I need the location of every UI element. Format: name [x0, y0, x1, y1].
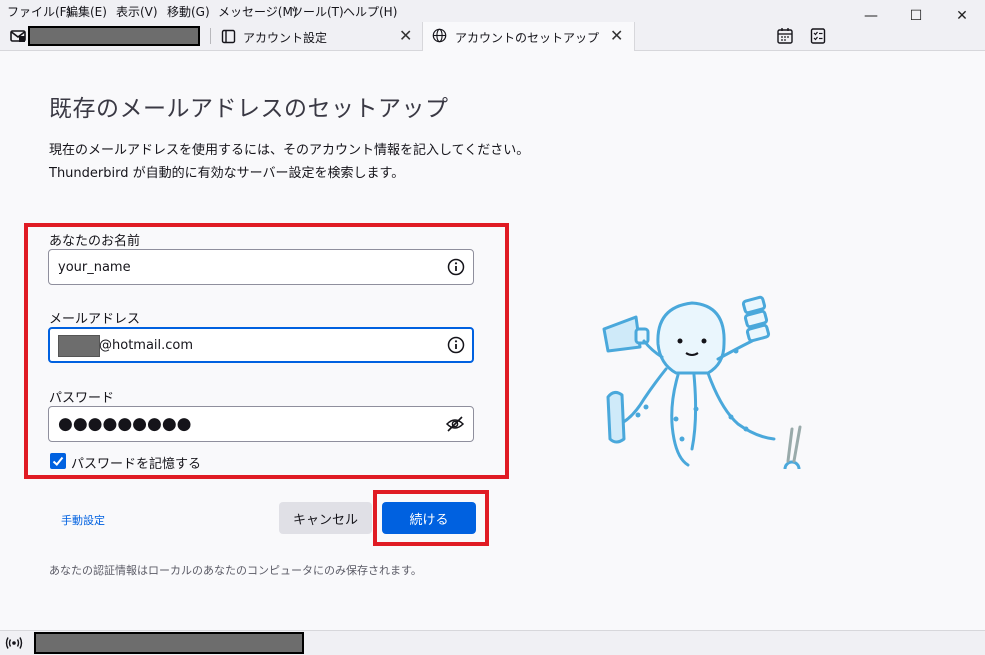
octopus-mascot-illustration — [602, 295, 802, 469]
tab-bar: アカウント設定 ✕ アカウントのセットアップ ✕ — [0, 22, 985, 51]
menu-help[interactable]: ヘルプ(H) — [343, 3, 397, 20]
remember-password-checkbox[interactable] — [50, 453, 66, 469]
menu-bar: ファイル(F) 編集(E) 表示(V) 移動(G) メッセージ(M) ツール(T… — [0, 0, 985, 24]
description-line-2: Thunderbird が自動的に有効なサーバー設定を検索します。 — [49, 166, 405, 181]
menu-tools[interactable]: ツール(T) — [291, 3, 344, 20]
calendar-icon[interactable] — [776, 27, 794, 45]
globe-icon — [432, 28, 447, 43]
password-field[interactable]: ●●●●●●●●● — [48, 406, 474, 442]
email-field[interactable]: @hotmail.com — [48, 327, 474, 363]
menu-edit[interactable]: 編集(E) — [66, 3, 107, 20]
description-line-1: 現在のメールアドレスを使用するには、そのアカウント情報を記入してください。 — [49, 143, 530, 158]
status-bar — [0, 630, 985, 655]
name-label: あなたのお名前 — [49, 234, 141, 249]
tab-account-setup[interactable]: アカウントのセットアップ ✕ — [422, 22, 635, 51]
credentials-footnote: あなたの認証情報はローカルのあなたのコンピュータにのみ保存されます。 — [49, 564, 422, 577]
address-book-icon — [221, 29, 236, 44]
password-value: ●●●●●●●●● — [58, 414, 192, 434]
remember-password-label[interactable]: パスワードを記憶する — [71, 453, 201, 472]
menu-go[interactable]: 移動(G) — [167, 3, 210, 20]
info-icon[interactable] — [447, 336, 465, 354]
email-label: メールアドレス — [49, 312, 141, 327]
eye-slash-icon[interactable] — [445, 415, 465, 433]
menu-file[interactable]: ファイル(F) — [7, 3, 71, 20]
page-title: 既存のメールアドレスのセットアップ — [49, 96, 449, 122]
highlight-box-continue — [373, 490, 489, 546]
manual-config-link[interactable]: 手動設定 — [61, 512, 105, 528]
name-field[interactable]: your_name — [48, 249, 474, 285]
redacted-account — [28, 26, 200, 46]
tab-close-icon[interactable]: ✕ — [610, 26, 623, 45]
mail-icon — [10, 30, 26, 42]
tab-label: アカウント設定 — [243, 31, 328, 45]
name-value: your_name — [58, 260, 131, 275]
menu-view[interactable]: 表示(V) — [116, 3, 158, 20]
password-label: パスワード — [49, 391, 115, 406]
tab-account-settings[interactable]: アカウント設定 ✕ — [213, 22, 421, 50]
redacted-status — [34, 632, 304, 654]
email-value: @hotmail.com — [99, 338, 194, 353]
wifi-status-icon — [5, 637, 23, 649]
tab-label: アカウントのセットアップ — [455, 31, 600, 45]
account-setup-page: 既存のメールアドレスのセットアップ 現在のメールアドレスを使用するには、そのアカ… — [0, 51, 985, 630]
redacted-email-user — [58, 335, 100, 357]
info-icon[interactable] — [447, 258, 465, 276]
tasks-icon[interactable] — [809, 27, 827, 45]
checkmark-icon — [52, 456, 64, 466]
cancel-button[interactable]: キャンセル — [279, 502, 372, 534]
tab-mail[interactable] — [0, 22, 205, 50]
tab-separator — [210, 28, 211, 44]
menu-message[interactable]: メッセージ(M) — [218, 3, 297, 20]
tab-close-icon[interactable]: ✕ — [399, 26, 412, 45]
